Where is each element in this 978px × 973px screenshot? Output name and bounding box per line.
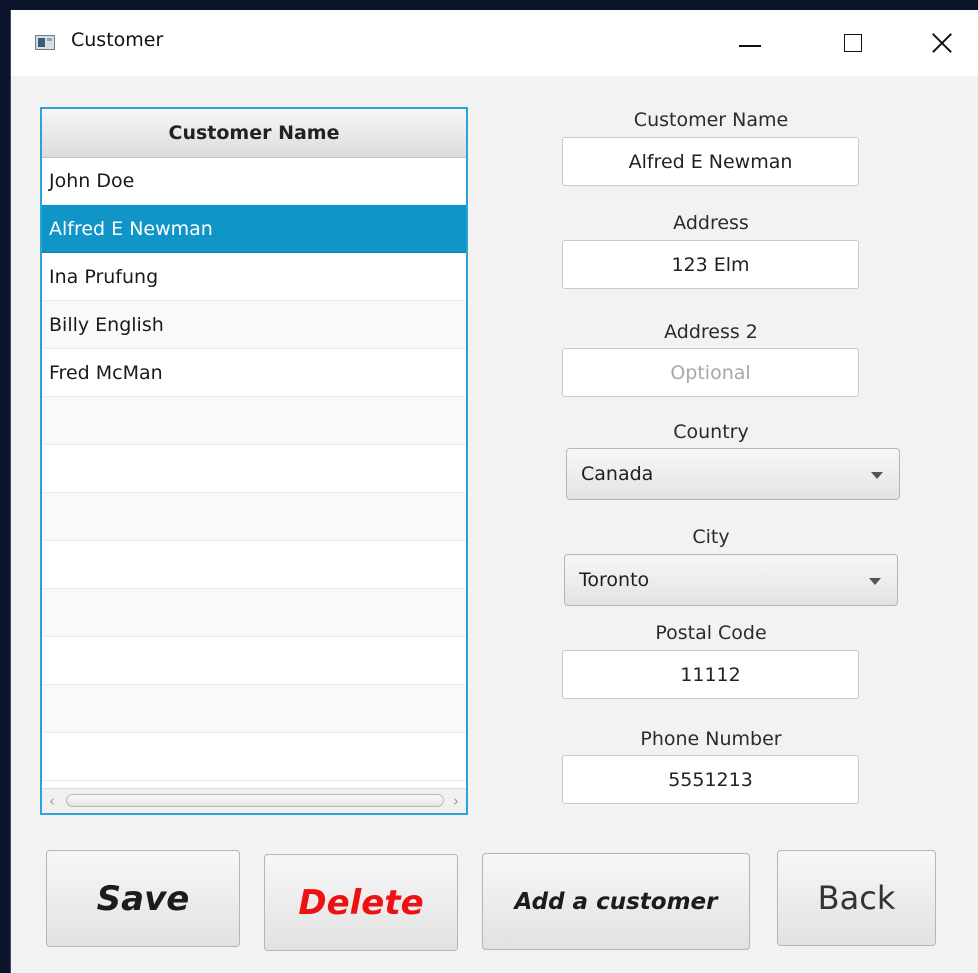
country-dropdown[interactable]: Canada	[566, 448, 900, 500]
city-value: Toronto	[579, 569, 650, 591]
city-label: City	[692, 526, 730, 548]
dropdown-caret-icon	[869, 578, 881, 585]
empty-row	[42, 637, 466, 685]
customer-table[interactable]: Customer Name John Doe Alfred E Newman I…	[40, 107, 468, 815]
empty-row	[42, 733, 466, 781]
delete-button-label: Delete	[298, 882, 424, 923]
back-button[interactable]: Back	[777, 850, 936, 946]
empty-row	[42, 685, 466, 733]
back-button-label: Back	[817, 879, 896, 917]
app-window-icon	[35, 35, 55, 50]
address2-label: Address 2	[664, 321, 758, 343]
add-customer-button[interactable]: Add a customer	[482, 853, 750, 950]
city-dropdown[interactable]: Toronto	[564, 554, 898, 606]
add-customer-button-label: Add a customer	[514, 888, 718, 915]
table-row-selected[interactable]: Alfred E Newman	[42, 205, 466, 253]
address2-field[interactable]	[562, 348, 859, 397]
customer-name-label: Customer Name	[633, 109, 789, 131]
postal-code-label: Postal Code	[655, 622, 767, 644]
horizontal-scrollbar[interactable]: ‹ ›	[42, 788, 466, 813]
desktop-background	[0, 0, 978, 10]
scroll-left-icon[interactable]: ‹	[45, 792, 59, 810]
save-button[interactable]: Save	[46, 850, 240, 947]
dropdown-caret-icon	[871, 472, 883, 479]
country-value: Canada	[581, 463, 654, 485]
customer-name-field[interactable]	[562, 137, 859, 186]
empty-row	[42, 589, 466, 637]
delete-button[interactable]: Delete	[264, 854, 458, 951]
empty-row	[42, 397, 466, 445]
phone-number-field[interactable]	[562, 755, 859, 804]
minimize-icon[interactable]	[726, 18, 776, 64]
table-rows: John Doe Alfred E Newman Ina Prufung Bil…	[42, 157, 466, 781]
scrollbar-thumb[interactable]	[66, 794, 444, 807]
table-row[interactable]: John Doe	[42, 157, 466, 205]
table-row[interactable]: Ina Prufung	[42, 253, 466, 301]
address-label: Address	[673, 212, 749, 234]
table-row[interactable]: Billy English	[42, 301, 466, 349]
save-button-label: Save	[96, 878, 190, 919]
empty-row	[42, 541, 466, 589]
window-title: Customer	[71, 29, 164, 51]
address-field[interactable]	[562, 240, 859, 289]
scroll-right-icon[interactable]: ›	[449, 792, 463, 810]
table-row[interactable]: Fred McMan	[42, 349, 466, 397]
phone-number-label: Phone Number	[640, 728, 782, 750]
postal-code-field[interactable]	[562, 650, 859, 699]
maximize-icon[interactable]	[829, 18, 879, 64]
column-header-customer-name[interactable]: Customer Name	[42, 109, 466, 158]
country-label: Country	[673, 421, 749, 443]
title-bar[interactable]: Customer	[11, 10, 978, 76]
empty-row	[42, 445, 466, 493]
empty-row	[42, 493, 466, 541]
customer-window: Customer Customer Name John Doe Alfred E…	[10, 10, 978, 973]
close-icon[interactable]	[917, 18, 967, 64]
